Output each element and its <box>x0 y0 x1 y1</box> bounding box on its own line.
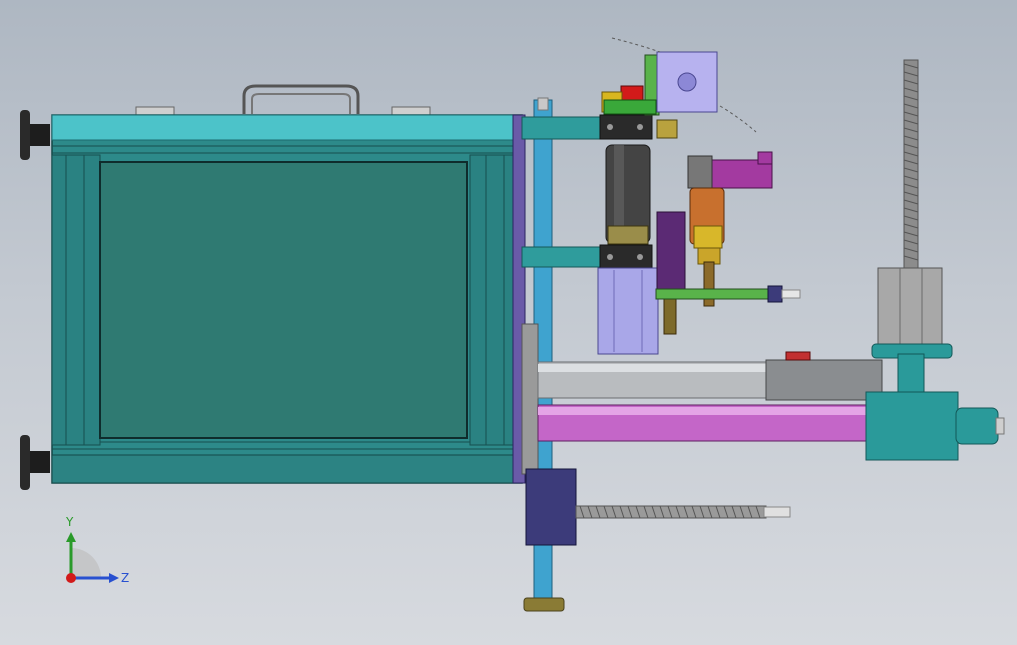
y-axis-label: Y <box>65 515 74 529</box>
violet-post <box>656 211 686 295</box>
hinge-right <box>391 106 431 116</box>
hinge-left <box>135 106 175 116</box>
navy-block <box>525 468 577 546</box>
cad-model-scene[interactable] <box>0 0 1017 645</box>
cad-viewport[interactable]: Y Z <box>0 0 1017 645</box>
frame-top-beam <box>51 114 523 141</box>
frame-center-panel <box>99 161 468 439</box>
brass-coupler <box>656 119 678 139</box>
middle-arm <box>521 246 605 268</box>
rail-bottom-foot <box>523 597 565 612</box>
teal-cylinder-block <box>865 391 959 461</box>
gray-mount-block <box>521 323 539 475</box>
green-shaft <box>655 288 771 300</box>
frame-handle <box>242 84 360 114</box>
horizontal-lead-screw <box>575 505 791 519</box>
leveling-foot-bottom <box>20 435 50 490</box>
upper-arm <box>521 116 605 140</box>
frame-bottom-beam <box>51 454 523 484</box>
lavender-motor-box <box>597 267 659 355</box>
gray-bearing-housing <box>877 267 943 349</box>
leveling-foot-top <box>20 110 50 160</box>
coordinate-triad-icon[interactable]: Y Z <box>55 512 135 592</box>
rail-top-cap <box>537 97 549 111</box>
gray-carriage <box>765 359 883 401</box>
z-axis-label: Z <box>121 571 129 585</box>
